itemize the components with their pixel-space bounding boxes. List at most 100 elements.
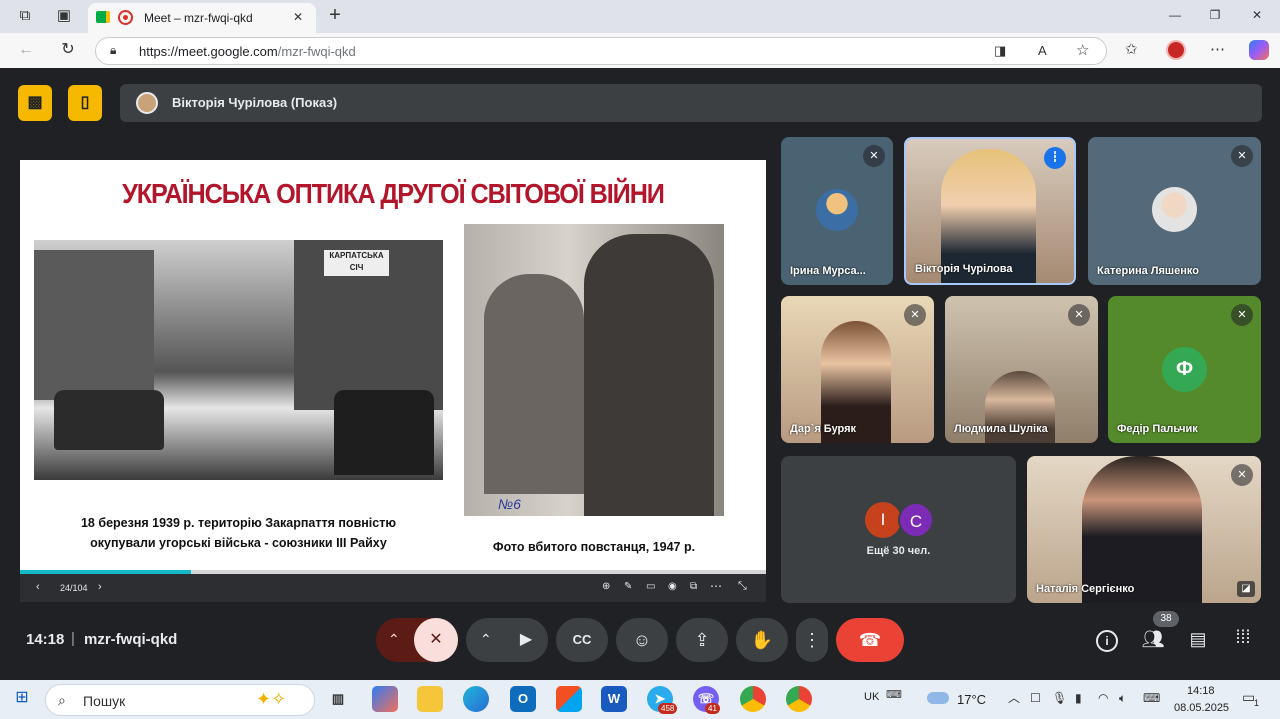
photo-building bbox=[34, 250, 154, 400]
input-language[interactable]: UK bbox=[864, 691, 879, 703]
notification-count: 1 bbox=[1254, 698, 1260, 708]
tray-chevron-icon[interactable]: ︿ bbox=[1008, 692, 1020, 704]
read-aloud-icon[interactable]: A bbox=[1038, 44, 1047, 57]
slide-title: УКРАЇНСЬКА ОПТИКА ДРУГОЇ СВІТОВОЇ ВІЙНИ bbox=[122, 178, 665, 209]
activities-icon[interactable]: ⁞⁞⁞ bbox=[1231, 628, 1255, 646]
more-menu-icon[interactable]: ⋯ bbox=[1210, 42, 1225, 57]
viber-badge: 41 bbox=[705, 703, 720, 714]
photo-mark: №6 bbox=[498, 496, 521, 512]
emoji-button[interactable]: ☺ bbox=[616, 618, 668, 662]
more-slide-icon[interactable]: ⋯ bbox=[710, 580, 722, 592]
participant-tile[interactable]: ✕ ◪ Наталія Сергієнко bbox=[1027, 456, 1261, 603]
mic-off-icon: ✕ bbox=[904, 304, 926, 326]
captions-icon[interactable]: ▭ bbox=[646, 582, 655, 592]
presenter-avatar bbox=[136, 92, 158, 114]
volume-icon[interactable]: 🔈︎ bbox=[1119, 692, 1126, 704]
participant-tile[interactable]: ✕ Ірина Мурса... bbox=[781, 137, 893, 285]
mic-off-button[interactable]: ✕ bbox=[414, 618, 458, 662]
participant-tile-speaking[interactable]: ┇ Вікторія Чурілова bbox=[904, 137, 1076, 285]
end-call-button[interactable]: ☎ bbox=[836, 618, 904, 662]
participant-name: Вікторія Чурілова bbox=[915, 263, 1013, 275]
browser-tab-meet[interactable]: Meet – mzr-fwqi-qkd ✕ bbox=[88, 3, 316, 33]
copilot-icon[interactable] bbox=[1249, 40, 1269, 60]
profile-avatar[interactable] bbox=[1166, 40, 1186, 60]
task-view-icon[interactable]: ▥ bbox=[325, 686, 351, 712]
outlook-icon[interactable]: O bbox=[510, 686, 536, 712]
participant-avatar bbox=[1152, 187, 1197, 232]
camera-button[interactable]: ▶ bbox=[504, 618, 548, 662]
camera-in-use-icon[interactable]: ◨ bbox=[994, 44, 1006, 57]
zoom-icon[interactable]: ⊕ bbox=[602, 582, 610, 592]
participant-tile[interactable]: ✕ Людмила Шуліка bbox=[945, 296, 1098, 443]
broadcast-icon[interactable]: ◉ bbox=[668, 582, 677, 592]
speaking-indicator-icon: ┇ bbox=[1044, 147, 1066, 169]
caption-left: 18 березня 1939 р. територію Закарпаття … bbox=[34, 513, 443, 553]
captions-button[interactable]: CC bbox=[556, 618, 608, 662]
stop-presenting-icon[interactable]: ▩ bbox=[18, 85, 52, 121]
taskbar-search-box[interactable]: ⌕ Пошук ✦✧ bbox=[45, 684, 315, 716]
store-icon[interactable] bbox=[556, 686, 582, 712]
mic-off-icon: ✕ bbox=[1231, 464, 1253, 486]
participant-name: Катерина Ляшенко bbox=[1097, 265, 1199, 277]
chrome-icon[interactable] bbox=[740, 686, 766, 712]
minimize-button[interactable]: — bbox=[1165, 9, 1185, 21]
tray-app-icon[interactable]: ☐ bbox=[1030, 692, 1041, 704]
prev-slide-icon[interactable]: ‹ bbox=[36, 582, 40, 593]
search-highlight-icon: ✦✧ bbox=[256, 689, 287, 709]
info-icon[interactable]: i bbox=[1096, 630, 1118, 652]
raise-hand-button[interactable]: ✋ bbox=[736, 618, 788, 662]
tab-actions-icon[interactable]: ▣ bbox=[54, 8, 74, 26]
tab-close-icon[interactable]: ✕ bbox=[293, 11, 303, 23]
url-bar[interactable]: 🔒︎ https://meet.google.com/mzr-fwqi-qkd … bbox=[95, 37, 1107, 65]
battery-icon[interactable]: ▮ bbox=[1075, 692, 1082, 704]
mic-tray-icon[interactable]: 🎙︎ bbox=[1052, 692, 1067, 704]
page-indicator: 24/104 bbox=[60, 583, 88, 593]
keyboard-tray-icon[interactable]: ⌨ bbox=[1143, 692, 1160, 704]
participant-tile[interactable]: ✕ Катерина Ляшенко bbox=[1088, 137, 1261, 285]
presenter-bar[interactable]: Вікторія Чурілова (Показ) bbox=[120, 84, 1262, 122]
layout-icon[interactable]: ▯ bbox=[68, 85, 102, 121]
participant-name: Ірина Мурса... bbox=[790, 265, 866, 277]
pin-tile-icon[interactable]: ◪ bbox=[1237, 581, 1255, 597]
word-icon[interactable]: W bbox=[601, 686, 627, 712]
more-participants-tile[interactable]: I C Ещё 30 чел. bbox=[781, 456, 1016, 603]
file-explorer-icon[interactable] bbox=[417, 686, 443, 712]
pen-icon[interactable]: ✎ bbox=[624, 582, 632, 592]
separator: | bbox=[71, 630, 75, 647]
more-avatar: I bbox=[865, 502, 901, 538]
copy-icon[interactable]: ⧉ bbox=[690, 582, 697, 592]
reload-icon[interactable]: ↻ bbox=[58, 42, 78, 58]
favorites-icon[interactable]: ✩ bbox=[1125, 42, 1138, 57]
copilot-taskbar-icon[interactable] bbox=[372, 686, 398, 712]
maximize-button[interactable]: ❐ bbox=[1205, 9, 1225, 21]
present-button[interactable]: ⇪ bbox=[676, 618, 728, 662]
mic-off-icon: ✕ bbox=[1068, 304, 1090, 326]
people-icon[interactable]: 👥︎ bbox=[1141, 630, 1165, 648]
search-icon: ⌕ bbox=[58, 692, 66, 708]
next-slide-icon[interactable]: › bbox=[98, 582, 102, 593]
telegram-badge: 458 bbox=[658, 703, 678, 714]
favorite-star-icon[interactable]: ☆ bbox=[1076, 43, 1089, 58]
participant-name: Людмила Шуліка bbox=[954, 423, 1048, 435]
keyboard-icon: ⌨ bbox=[886, 689, 902, 701]
weather-temp[interactable]: 17°C bbox=[957, 692, 986, 707]
new-tab-button[interactable]: + bbox=[325, 5, 345, 27]
wifi-icon[interactable]: ◠ bbox=[1098, 692, 1108, 704]
weather-cloud-icon[interactable] bbox=[927, 692, 949, 704]
mic-off-icon: ✕ bbox=[1231, 304, 1253, 326]
chrome-icon-2[interactable] bbox=[786, 686, 812, 712]
collapse-icon[interactable]: ⤡ bbox=[738, 581, 747, 592]
clock-date[interactable]: 08.05.2025 bbox=[1174, 702, 1229, 714]
caption-left-line-2: окупували угорські війська - союзники ІІ… bbox=[90, 536, 387, 550]
back-arrow-icon[interactable]: ← bbox=[16, 42, 36, 58]
participant-tile[interactable]: Ф ✕ Федір Пальчик bbox=[1108, 296, 1261, 443]
workspaces-icon[interactable]: ⧉ bbox=[15, 8, 35, 26]
edge-icon[interactable] bbox=[463, 686, 489, 712]
chat-icon[interactable]: ▤ bbox=[1186, 630, 1210, 648]
more-options-button[interactable]: ⋮ bbox=[796, 618, 828, 662]
more-avatar: C bbox=[898, 502, 934, 538]
close-window-button[interactable]: ✕ bbox=[1247, 9, 1267, 21]
start-windows-icon[interactable]: ⊞ bbox=[12, 690, 32, 710]
participant-tile[interactable]: ✕ Дар`я Буряк bbox=[781, 296, 934, 443]
clock-time[interactable]: 14:18 bbox=[1187, 685, 1215, 697]
